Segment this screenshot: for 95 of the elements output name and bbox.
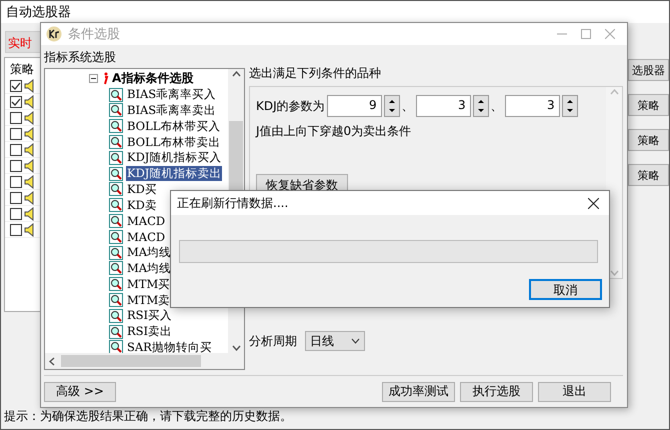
checkbox[interactable]	[10, 160, 22, 172]
hint-text: 提示：为确保选股结果正确，请下载完整的历史数据。	[4, 408, 292, 425]
tree-item[interactable]: KDJ随机指标买入	[126, 150, 222, 166]
dialog-title: 条件选股	[68, 26, 120, 43]
condition-description: J值由上向下穿越0为卖出条件	[256, 123, 412, 140]
magnifier-icon	[109, 135, 123, 150]
scroll-down-icon[interactable]	[232, 345, 240, 351]
speaker-icon	[24, 126, 36, 140]
tree-root-label: A指标条件选股	[112, 70, 194, 88]
magnifier-icon	[109, 277, 123, 292]
checkbox[interactable]	[10, 192, 22, 204]
checkbox[interactable]	[10, 144, 22, 156]
tree-item[interactable]: RSI买入	[126, 308, 174, 324]
tree-item[interactable]: MACD	[126, 230, 166, 244]
magnifier-icon	[109, 230, 123, 244]
strategy-button[interactable]: 选股器	[628, 59, 669, 81]
tree-item[interactable]: BOLL布林带卖出	[126, 134, 222, 150]
param-field[interactable]: 3	[504, 95, 560, 117]
tree-item[interactable]: MTM买	[126, 276, 172, 292]
tree-label: 指标系统选股	[44, 49, 117, 66]
magnifier-icon	[109, 198, 123, 212]
tree-item[interactable]: SAR抛物转向买	[126, 340, 213, 353]
scroll-up-icon[interactable]	[232, 71, 240, 77]
condition-title: 选出满足下列条件的品种	[249, 65, 382, 82]
checkbox[interactable]	[10, 208, 22, 220]
checkbox[interactable]	[10, 96, 22, 108]
magnifier-icon	[109, 88, 123, 102]
scroll-down-icon[interactable]	[610, 270, 618, 276]
checkbox[interactable]	[10, 112, 22, 124]
tree-item[interactable]: BIAS乖离率卖出	[126, 102, 218, 118]
dialog-button[interactable]: 退出	[538, 382, 611, 402]
checkbox[interactable]	[10, 224, 22, 236]
magnifier-icon	[109, 293, 123, 308]
param-field[interactable]: 9	[326, 95, 382, 117]
magnifier-icon	[109, 340, 123, 353]
period-label: 分析周期	[249, 332, 297, 350]
tree-item[interactable]: BIAS乖离率买入	[126, 87, 218, 102]
magnifier-icon	[109, 324, 123, 339]
tree-root-item[interactable]: A指标条件选股	[89, 71, 228, 87]
dialog-button[interactable]: 成功率测试	[382, 382, 455, 402]
progress-title: 正在刷新行情数据....	[177, 194, 288, 212]
speaker-icon	[24, 190, 36, 204]
cancel-button[interactable]: 取消	[529, 279, 602, 300]
period-dropdown[interactable]: 日线	[305, 331, 365, 351]
spin-arrows-icon[interactable]	[472, 95, 489, 117]
speaker-icon	[24, 94, 36, 108]
scroll-left-icon[interactable]	[49, 356, 55, 366]
strategy-button[interactable]: 策略	[628, 164, 669, 186]
checkbox[interactable]	[10, 128, 22, 140]
param-field[interactable]: 3	[416, 95, 471, 117]
magnifier-icon	[109, 261, 123, 276]
speaker-icon	[24, 110, 36, 124]
tree-item[interactable]: KD买	[126, 182, 158, 197]
advanced-button[interactable]: 高级 >>	[44, 382, 116, 402]
magnifier-icon	[109, 308, 123, 323]
tree-item[interactable]: KDJ随机指标卖出	[126, 166, 222, 182]
tree-item[interactable]: MA均线	[126, 260, 172, 276]
magnifier-icon	[109, 103, 123, 118]
separator-text: 、	[490, 98, 503, 114]
tree-item[interactable]: BOLL布林带买入	[126, 118, 222, 134]
magnifier-icon	[109, 246, 123, 260]
magnifier-icon	[109, 182, 123, 196]
magnifier-icon	[109, 214, 123, 228]
speaker-icon	[24, 78, 36, 92]
info-icon	[101, 72, 109, 86]
spin-arrows-icon[interactable]	[562, 95, 578, 117]
chevron-down-icon	[351, 338, 360, 344]
horizontal-scrollbar[interactable]	[45, 353, 244, 369]
tree-item[interactable]: MACD	[126, 214, 166, 228]
speaker-icon	[24, 142, 36, 156]
strategy-button[interactable]: 策略	[628, 129, 669, 151]
tree-item[interactable]: MA均线	[126, 245, 172, 260]
separator-text: 、	[402, 98, 414, 114]
checkbox[interactable]	[10, 80, 22, 92]
close-icon[interactable]	[588, 198, 599, 208]
magnifier-icon	[109, 150, 123, 165]
spin-arrows-icon[interactable]	[384, 95, 400, 117]
dialog-button[interactable]: 执行选股	[460, 382, 533, 402]
magnifier-icon	[109, 166, 123, 181]
speaker-icon	[24, 174, 36, 188]
window-title: 自动选股器	[6, 4, 71, 21]
collapse-icon[interactable]	[89, 74, 98, 84]
magnifier-icon	[109, 119, 123, 134]
checkbox[interactable]	[10, 176, 22, 188]
speaker-icon	[24, 158, 36, 172]
tree-item[interactable]: RSI卖出	[126, 324, 174, 340]
speaker-icon	[24, 222, 36, 236]
column-header: 策略	[9, 61, 35, 78]
tree-item[interactable]: MTM卖	[126, 292, 172, 308]
speaker-icon	[24, 206, 36, 220]
scrollbar-thumb[interactable]	[61, 355, 201, 367]
app-logo-icon	[46, 26, 62, 42]
tree-item[interactable]: KD卖	[126, 198, 158, 213]
strategy-button[interactable]: 策略	[628, 94, 669, 116]
param-label: KDJ的参数为	[256, 98, 325, 114]
